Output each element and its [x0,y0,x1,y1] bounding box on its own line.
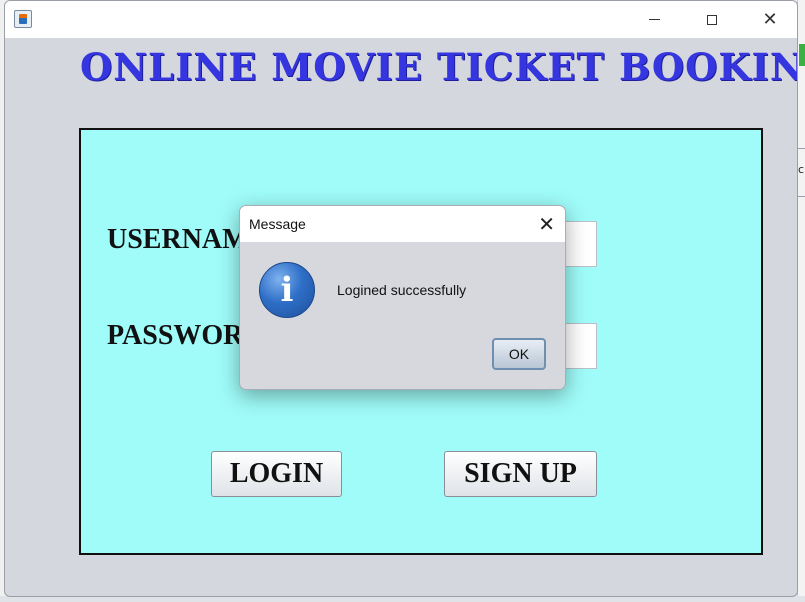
dialog-title: Message [249,216,306,232]
dialog-close-icon[interactable]: ✕ [538,212,555,236]
login-button[interactable]: LOGIN [211,451,342,497]
background-window-edge: c [797,0,805,602]
close-button[interactable]: ✕ [741,1,797,38]
background-fragment-text: c [798,163,805,176]
message-dialog: Message ✕ i Logined successfully OK [239,205,566,390]
background-green-marker [799,44,805,66]
dialog-title-bar[interactable]: Message ✕ [240,206,565,242]
background-line [798,148,805,149]
sign-up-button[interactable]: SIGN UP [444,451,597,497]
maximize-button[interactable] [683,1,741,38]
title-bar[interactable]: ✕ [5,1,797,38]
background-line [798,196,805,197]
info-icon: i [259,262,315,318]
maximize-icon [707,14,717,25]
close-icon: ✕ [762,8,778,30]
java-app-icon[interactable] [14,10,32,28]
dialog-message: Logined successfully [337,282,467,298]
page-title: ONLINE MOVIE TICKET BOOKING [80,45,798,89]
minimize-button[interactable] [625,1,683,38]
minimize-icon [648,19,660,20]
ok-button[interactable]: OK [492,338,546,370]
